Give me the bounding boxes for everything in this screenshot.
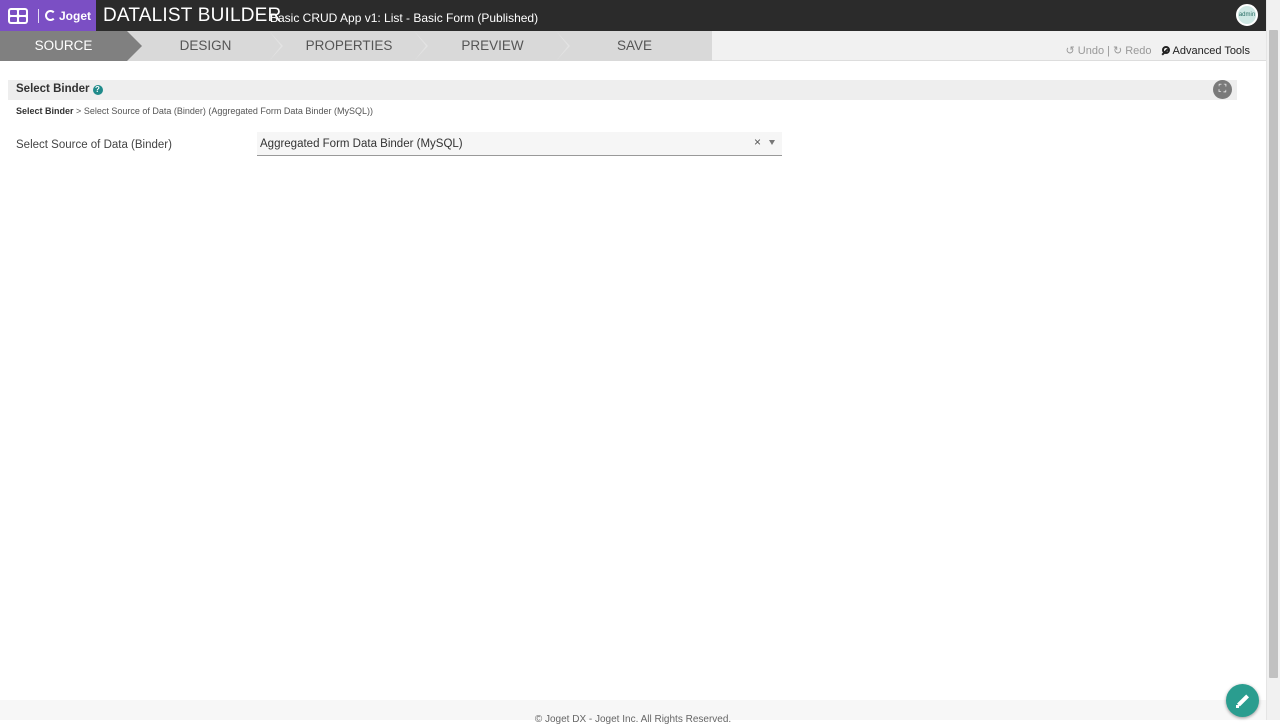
redo-label: Redo xyxy=(1125,45,1152,57)
clear-selection-icon[interactable]: × xyxy=(754,135,761,149)
user-avatar[interactable]: admin xyxy=(1236,4,1258,26)
step-properties[interactable]: PROPERTIES xyxy=(284,31,428,61)
step-label: SOURCE xyxy=(34,38,93,53)
chevron-down-icon[interactable] xyxy=(769,140,775,145)
wrench-icon xyxy=(1161,46,1170,55)
breadcrumb-root[interactable]: Select Binder xyxy=(16,106,74,116)
tools-separator: | xyxy=(1107,44,1110,57)
undo-label: Undo xyxy=(1077,45,1105,57)
step-preview[interactable]: PREVIEW xyxy=(429,31,570,61)
redo-button[interactable]: ↻ Redo xyxy=(1113,44,1152,57)
redo-icon: ↻ xyxy=(1112,45,1123,57)
step-arrow-inner xyxy=(556,31,568,61)
step-label: PREVIEW xyxy=(461,38,524,53)
step-save[interactable]: SAVE xyxy=(571,31,698,61)
step-arrow-inner xyxy=(269,31,281,61)
binder-select[interactable]: Aggregated Form Data Binder (MySQL) × xyxy=(257,132,782,156)
help-icon[interactable]: ? xyxy=(92,85,103,95)
undo-icon: ↺ xyxy=(1065,45,1075,57)
step-arrow xyxy=(127,31,142,61)
toolbar-tools: ↺ Undo | ↻ Redo Advanced Tools xyxy=(1066,44,1250,58)
apps-grid-icon[interactable] xyxy=(8,7,28,24)
step-label: SAVE xyxy=(616,38,652,53)
undo-button[interactable]: ↺ Undo xyxy=(1066,44,1105,57)
brand-area[interactable]: Joget xyxy=(0,0,96,31)
step-label: PROPERTIES xyxy=(305,38,393,53)
avatar-text: admin xyxy=(1238,12,1256,18)
builder-steps: SOURCE DESIGN PROPERTIES PREVIEW SAVE xyxy=(0,31,712,61)
brand-divider xyxy=(38,8,39,23)
step-source[interactable]: SOURCE xyxy=(0,31,142,61)
binder-field-label: Select Source of Data (Binder) xyxy=(16,139,172,151)
fullscreen-icon[interactable]: ⛶ xyxy=(1213,80,1232,99)
joget-logo: Joget xyxy=(45,9,91,23)
advanced-tools-button[interactable]: Advanced Tools xyxy=(1161,45,1250,57)
advanced-tools-label: Advanced Tools xyxy=(1172,44,1250,57)
step-arrow-inner xyxy=(414,31,426,61)
scrollbar-thumb[interactable] xyxy=(1269,30,1278,678)
breadcrumb-current: Select Source of Data (Binder) (Aggregat… xyxy=(83,106,373,116)
section-header: Select Binder? ⛶ xyxy=(8,80,1237,100)
section-title: Select Binder? xyxy=(16,83,103,95)
step-design[interactable]: DESIGN xyxy=(142,31,283,61)
breadcrumb: Select Binder > Select Source of Data (B… xyxy=(16,106,373,116)
brand-name: Joget xyxy=(59,8,92,23)
binder-select-value: Aggregated Form Data Binder (MySQL) xyxy=(260,138,463,150)
builder-title: DATALIST BUILDER xyxy=(103,5,282,26)
top-bar: Joget DATALIST BUILDER Basic CRUD App v1… xyxy=(0,0,1280,31)
breadcrumb-separator: > xyxy=(76,106,82,116)
pencil-icon xyxy=(1235,693,1251,709)
edit-fab-button[interactable] xyxy=(1226,684,1259,717)
page-scrollbar[interactable] xyxy=(1266,0,1280,720)
section-title-text: Select Binder xyxy=(16,83,90,95)
step-label: DESIGN xyxy=(179,38,232,53)
app-subtitle: Basic CRUD App v1: List - Basic Form (Pu… xyxy=(270,11,539,25)
joget-logo-icon xyxy=(45,10,56,21)
